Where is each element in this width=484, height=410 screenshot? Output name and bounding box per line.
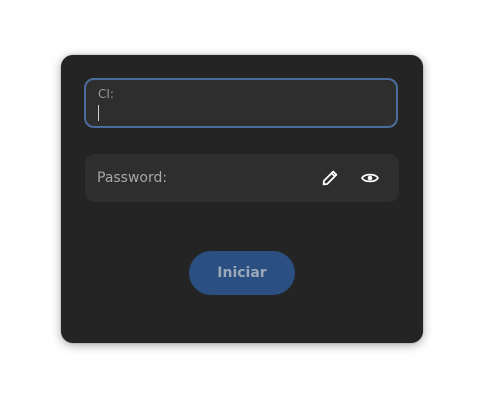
- ci-label: CI:: [98, 87, 114, 101]
- text-cursor: [98, 105, 99, 121]
- ci-field[interactable]: CI:: [84, 78, 398, 128]
- password-label: Password:: [97, 170, 168, 186]
- login-window: CI: Password: Iniciar: [61, 55, 423, 343]
- start-button[interactable]: Iniciar: [189, 251, 295, 295]
- eye-icon[interactable]: [358, 166, 382, 190]
- password-field[interactable]: Password:: [85, 154, 399, 202]
- pencil-icon[interactable]: [318, 166, 342, 190]
